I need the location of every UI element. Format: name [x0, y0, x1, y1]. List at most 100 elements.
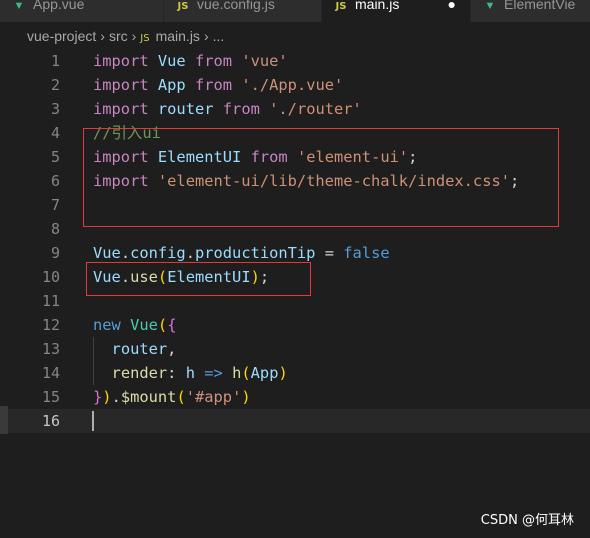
code-token: Vue — [93, 244, 121, 262]
code-token: render — [111, 364, 168, 382]
code-token: router — [157, 100, 214, 118]
watermark: CSDN @何耳林 — [480, 513, 574, 528]
editor-tab-bar: ▼ App.vue JS vue.config.js JS main.js ● ▼ El… — [0, 0, 590, 22]
tab-app-vue[interactable]: ▼ App.vue — [0, 0, 163, 22]
tab-label: ElementVie — [504, 0, 576, 12]
text-cursor — [92, 411, 94, 431]
line-number: 8 — [50, 220, 60, 238]
minimap-slider[interactable] — [0, 406, 8, 434]
breadcrumb: vue-project › src › JS main.js ›... — [0, 22, 590, 50]
code-token: from — [194, 76, 233, 94]
code-token: : — [167, 364, 186, 382]
line-code: import App from './App.vue' — [93, 73, 343, 97]
code-token: productionTip — [194, 244, 316, 262]
line-number: 9 — [50, 244, 60, 262]
line-number: 5 — [50, 148, 60, 166]
chevron-right-icon: › — [203, 28, 209, 44]
line-code: new Vue({ — [93, 313, 176, 337]
code-token: ( — [241, 364, 251, 382]
code-token: Vue — [157, 52, 186, 70]
line-number: 3 — [50, 100, 60, 118]
line-code: }).$mount('#app') — [93, 385, 251, 409]
code-token: 'vue' — [241, 52, 288, 70]
code-token: . — [185, 244, 195, 262]
code-token: new — [93, 316, 121, 334]
vue-file-icon: ▼ — [484, 0, 496, 12]
code-token: ) — [241, 388, 251, 406]
line-code: render: h => h(App) — [93, 361, 288, 385]
code-token: false — [343, 244, 390, 262]
highlight-box-use — [86, 262, 311, 296]
line-number: 6 — [50, 172, 60, 190]
line-number: 15 — [41, 388, 60, 406]
line-number: 13 — [41, 340, 60, 358]
unsaved-dot-icon[interactable]: ● — [448, 0, 456, 22]
line-code: import router from './router' — [93, 97, 362, 121]
code-line[interactable]: 2 import App from './App.vue' — [0, 73, 590, 97]
highlight-box-import — [83, 128, 559, 227]
breadcrumb-item-file[interactable]: main.js — [156, 28, 200, 44]
code-token: from — [194, 52, 233, 70]
line-number: 7 — [50, 196, 60, 214]
code-token: config — [130, 244, 186, 262]
line-number: 14 — [41, 364, 60, 382]
tab-label: main.js — [355, 0, 400, 12]
code-token: import — [93, 76, 149, 94]
line-number: 12 — [41, 316, 60, 334]
line-code: import Vue from 'vue' — [93, 49, 288, 73]
code-token: h — [185, 364, 195, 382]
code-token: ( — [157, 316, 168, 334]
code-line[interactable]: 15 }).$mount('#app') — [0, 385, 590, 409]
code-token: import — [93, 52, 149, 70]
code-token: { — [167, 316, 177, 334]
code-token: } — [93, 388, 103, 406]
code-token: Vue — [130, 316, 158, 334]
code-token: ) — [102, 388, 112, 406]
tab-main-js[interactable]: JS main.js ● — [322, 0, 470, 22]
code-line[interactable]: 12 new Vue({ — [0, 313, 590, 337]
code-line[interactable]: 16 — [0, 409, 590, 433]
code-token: => — [204, 364, 223, 382]
code-token: router — [111, 340, 168, 358]
code-token: = — [315, 244, 344, 262]
line-number: 11 — [41, 292, 60, 310]
code-token: import — [93, 100, 149, 118]
code-token: './App.vue' — [241, 76, 344, 94]
breadcrumb-item-src[interactable]: src — [109, 28, 128, 44]
js-file-icon: JS — [177, 1, 189, 12]
breadcrumb-item-symbols[interactable]: ... — [213, 28, 225, 44]
code-token: h — [232, 364, 242, 382]
code-line[interactable]: 13 router, — [0, 337, 590, 361]
js-file-icon: JS — [140, 33, 150, 44]
line-code: router, — [93, 337, 177, 361]
code-line[interactable]: 14 render: h => h(App) — [0, 361, 590, 385]
tab-element-view[interactable]: ▼ ElementVie — [471, 0, 590, 22]
code-token: ) — [278, 364, 288, 382]
code-line[interactable]: 3 import router from './router' — [0, 97, 590, 121]
code-line[interactable]: 1 import Vue from 'vue' — [0, 49, 590, 73]
js-file-icon: JS — [335, 1, 347, 12]
chevron-right-icon: › — [100, 28, 105, 44]
code-token: . — [111, 388, 121, 406]
tab-label: vue.config.js — [197, 0, 275, 12]
line-number: 1 — [50, 52, 60, 70]
breadcrumb-item-project[interactable]: vue-project — [27, 28, 96, 44]
code-token: './router' — [269, 100, 362, 118]
tab-vue-config-js[interactable]: JS vue.config.js — [164, 0, 321, 22]
line-number: 16 — [41, 412, 60, 430]
code-token: , — [167, 340, 177, 358]
line-number: 2 — [50, 76, 60, 94]
code-token: from — [222, 100, 260, 118]
